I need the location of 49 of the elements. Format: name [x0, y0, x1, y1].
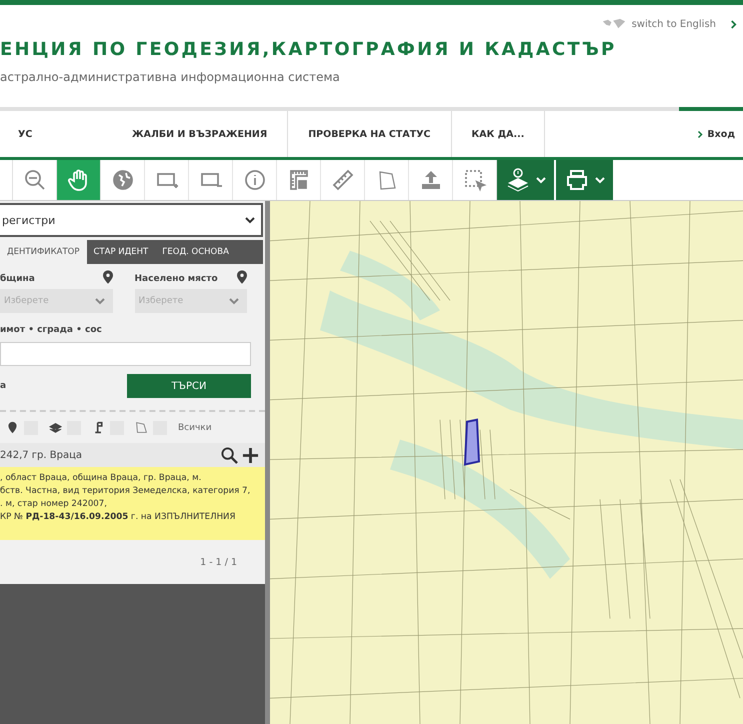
search-tab[interactable]: ДЕНТИФИКАТОР	[0, 240, 86, 264]
pan-tool-button[interactable]	[57, 160, 101, 200]
field-label: Населено място	[134, 274, 218, 284]
identifier-input[interactable]	[0, 342, 251, 366]
agency-title: ЕНЦИЯ ПО ГЕОДЕЗИЯ,КАРТОГРАФИЯ И КАДАСТЪР	[0, 39, 618, 60]
ruler-icon	[330, 168, 354, 192]
chevron-right-icon	[730, 20, 737, 28]
layers-icon	[506, 168, 530, 192]
result-text: КР № РД-18-43/16.09.2005 г. на ИЗПЪЛНИТЕЛНИЯ	[0, 511, 236, 524]
caret-icon	[94, 297, 104, 305]
zoom-out-icon	[22, 168, 46, 192]
info-icon	[242, 168, 266, 192]
result-text: . м, стар номер 242007,	[0, 498, 108, 511]
pager-text: 1 - 1 / 1	[200, 556, 237, 568]
print-menu-button[interactable]	[556, 160, 613, 200]
printer-icon	[564, 168, 588, 192]
language-link[interactable]: switch to English	[632, 18, 716, 30]
nav-link[interactable]: ПРОВЕРКА НА СТАТУС	[288, 111, 452, 157]
layers-icon	[49, 420, 62, 435]
layers-menu-button[interactable]	[497, 160, 554, 200]
polygon-icon	[135, 420, 148, 435]
result-title: 242,7 гр. Враца	[0, 450, 84, 460]
caret-icon	[229, 297, 239, 305]
caret-icon	[536, 176, 546, 184]
system-subtitle: астрално-административна информационна система	[0, 70, 341, 84]
field-label: бщина	[0, 274, 35, 284]
search-tab[interactable]: ГЕОД. ОСНОВА	[155, 240, 236, 264]
search-tab[interactable]: СТАР ИДЕНТ	[86, 240, 156, 264]
login-link[interactable]: Вход	[697, 111, 743, 157]
pin-icon	[6, 420, 19, 435]
location-pin-icon	[237, 270, 247, 284]
location-pin-icon	[102, 270, 112, 284]
caret-icon	[594, 176, 604, 184]
nav-link[interactable]: УС	[0, 111, 62, 157]
field-label: имот • сграда • сос	[0, 325, 103, 335]
search-icon[interactable]	[221, 446, 238, 464]
chevron-right-icon	[697, 130, 704, 138]
field-label: а	[0, 381, 6, 391]
plus-icon[interactable]	[242, 446, 259, 464]
globe-icon	[110, 168, 134, 192]
selection-icon	[462, 168, 486, 192]
nav-link[interactable]: ЖАЛБИ И ВЪЗРАЖЕНИЯ	[112, 111, 288, 157]
result-text: бств. Частна, вид територия Земеделска, категория 7,	[0, 485, 252, 498]
nav-link[interactable]: КАК ДА...	[452, 111, 546, 157]
register-dropdown[interactable]: регистри	[0, 203, 263, 237]
search-button[interactable]: ТЪРСИ	[127, 374, 251, 398]
caret-icon	[245, 216, 255, 224]
filter-all-label: Всички	[178, 422, 212, 432]
result-text: , област Враца, община Враца, гр. Враца, м.	[0, 472, 202, 485]
